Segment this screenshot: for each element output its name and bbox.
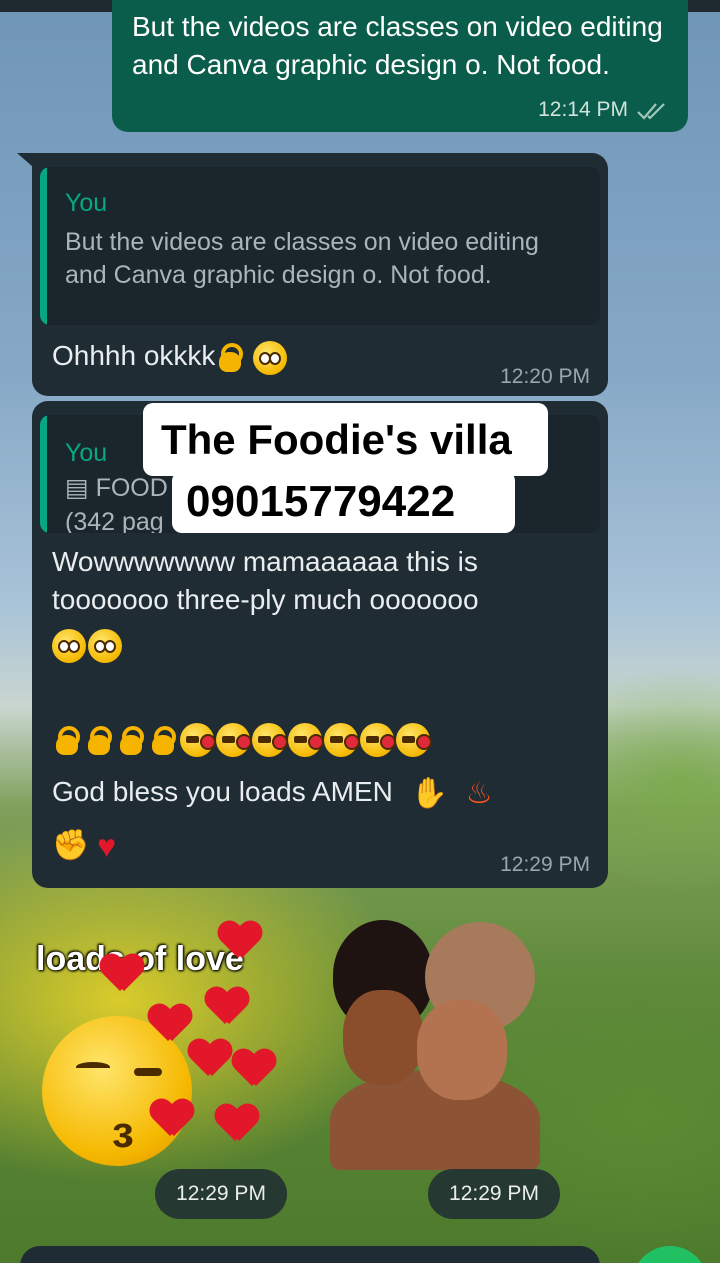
message-time: 12:20 PM [500,365,590,388]
quote-accent-bar [40,167,47,325]
kissing-face-emoji [252,723,288,757]
message-time: 12:29 PM [500,853,590,876]
heart-icon [188,1040,232,1080]
watermark-title: The Foodie's villa [143,403,548,476]
thumbs-up-emoji [215,340,245,376]
outgoing-message-bubble[interactable]: But the videos are classes on video edit… [112,0,688,132]
heart-icon [215,1105,259,1145]
flexed-biceps-emoji: ✊ [52,828,90,862]
hugging-women-sticker[interactable] [325,920,555,1170]
ok-hand-emoji [148,723,178,759]
quote-author: You [65,189,108,217]
message-text: Ohhhh okkkk [52,340,216,371]
sticker-time: 12:29 PM [155,1169,287,1219]
bubble-tail [17,153,33,167]
message-line-3-row: God bless you loads AMEN ✋ ♨ [52,773,493,813]
kissing-face-emoji [216,723,252,757]
sticker-time: 12:29 PM [428,1169,560,1219]
kissing-face-emoji [396,723,432,757]
emoji-row-bicep-heart: ✊ ♥ [52,825,116,865]
heart-icon [205,988,249,1028]
fire-emoji: ♨ [465,776,493,810]
watermark-phone: 09015779422 [172,471,515,533]
heart-icon [100,955,144,995]
emoji-row-ok-kiss [52,723,432,759]
outgoing-message-time: 12:14 PM [538,98,628,121]
quote-author: You [65,439,108,467]
pleading-face-emoji [88,629,122,663]
kissing-face-emoji [360,723,396,757]
quote-accent-bar [40,415,47,533]
kissing-face-emoji [180,723,216,757]
red-heart-emoji: ♥ [97,827,117,864]
heart-icon [218,922,262,962]
pleading-face-emoji [52,629,86,663]
message-line-1: Wowwwwwww mamaaaaaa this is [52,546,478,577]
message-input-bar[interactable] [20,1246,600,1263]
document-icon: ▤ [65,474,89,502]
ok-hand-emoji [84,723,114,759]
quoted-message[interactable]: You But the videos are classes on video … [40,167,600,325]
emoji-row-pleading [52,629,122,663]
kissing-face-emoji [324,723,360,757]
quote-text: But the videos are classes on video edit… [65,228,539,289]
kissing-face-emoji [288,723,324,757]
send-button[interactable] [632,1246,708,1263]
message-text-row: Ohhhh okkkk [52,337,288,376]
ok-hand-emoji [52,723,82,759]
document-name: FOOD [95,474,168,502]
ok-hand-emoji [116,723,146,759]
smiling-hearts-emoji [253,340,288,375]
heart-icon [232,1050,276,1090]
quote-document-name: ▤ FOOD [65,473,168,503]
message-line-3: God bless you loads AMEN [52,776,393,807]
praying-hands-emoji: ✋ [410,776,448,810]
double-check-icon [637,103,665,120]
outgoing-message-text: But the videos are classes on video edit… [132,11,663,80]
incoming-message-bubble[interactable]: You But the videos are classes on video … [32,153,608,396]
quote-document-pages: (342 pag [65,508,164,533]
heart-icon [148,1005,192,1045]
message-line-2: tooooooo three-ply much ooooooo [52,584,479,615]
heart-icon [150,1100,194,1140]
